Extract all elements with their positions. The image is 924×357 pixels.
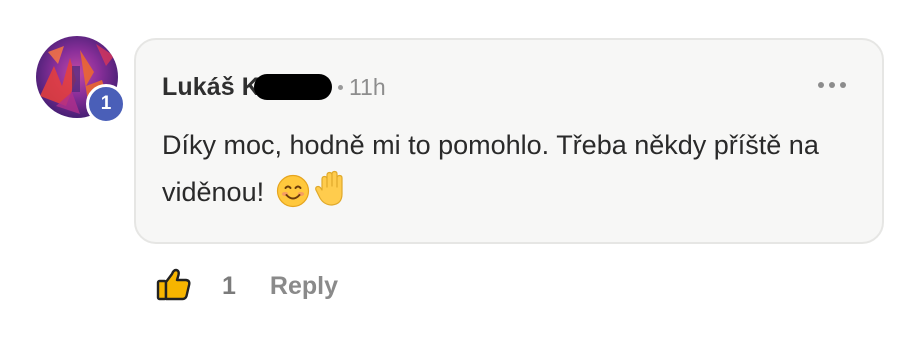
raised-hand-icon	[314, 170, 350, 223]
like-thumbs-up-icon[interactable]	[156, 267, 192, 306]
more-dot	[818, 82, 824, 88]
comment-actions: 1 Reply	[156, 266, 338, 306]
badge-count: 1	[100, 93, 112, 114]
author-name[interactable]: Lukáš K	[162, 73, 260, 102]
more-options-icon[interactable]	[818, 82, 846, 88]
reply-button[interactable]: Reply	[270, 272, 338, 301]
smiling-face-icon	[276, 174, 310, 223]
comment-header: Lukáš K 11h	[162, 70, 386, 104]
separator-dot	[337, 84, 343, 90]
like-count: 1	[222, 271, 236, 300]
comment-bubble: Lukáš K 11h Díky moc, hodně mi to pomohl…	[134, 38, 884, 244]
comment-text: Díky moc, hodně mi to pomohlo. Třeba něk…	[162, 130, 819, 207]
comment-body: Díky moc, hodně mi to pomohlo. Třeba něk…	[162, 122, 842, 223]
comment-timestamp: 11h	[348, 73, 386, 100]
notification-badge: 1	[86, 84, 126, 124]
more-dot	[829, 82, 835, 88]
more-dot	[840, 82, 846, 88]
comment-thread: 1 Lukáš K 11h Díky moc, hodně mi to pomo…	[0, 0, 924, 357]
redaction-mark	[253, 74, 332, 100]
